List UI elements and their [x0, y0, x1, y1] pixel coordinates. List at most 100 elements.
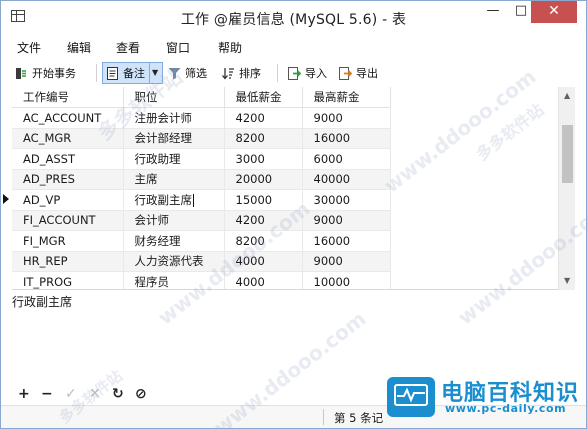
discard-changes-icon[interactable]: ✕	[89, 386, 101, 402]
column-header-min-salary[interactable]: 最低薪金	[224, 87, 303, 108]
refresh-icon[interactable]: ↻	[112, 386, 124, 402]
status-divider	[323, 409, 324, 425]
cell-min-salary[interactable]: 4200	[224, 210, 303, 231]
cell-title[interactable]: 注册会计师	[123, 107, 225, 129]
table-row[interactable]: IT_PROG 程序员 4000 10000	[12, 271, 391, 289]
import-icon	[288, 66, 302, 80]
cell-title[interactable]: 程序员	[123, 271, 225, 289]
cell-title[interactable]: 行政副主席	[123, 189, 225, 211]
site-logo: 电脑百科知识 www.pc-daily.com	[379, 369, 587, 429]
cell-job-id[interactable]: HR_REP	[12, 251, 124, 272]
note-label: 备注	[123, 67, 145, 80]
cell-title[interactable]: 主席	[123, 169, 225, 190]
begin-transaction-button[interactable]: 开始事务	[15, 62, 76, 84]
cell-job-id[interactable]: AD_PRES	[12, 169, 124, 190]
table-row[interactable]: AC_ACCOUNT 注册会计师 4200 9000	[12, 107, 391, 129]
monitor-icon	[387, 377, 435, 417]
cell-min-salary[interactable]: 15000	[224, 189, 303, 211]
export-icon	[339, 66, 353, 80]
cell-title[interactable]: 财务经理	[123, 230, 225, 252]
close-button[interactable]: ✕	[531, 1, 577, 23]
column-header-job-id[interactable]: 工作编号	[12, 87, 124, 108]
chevron-down-icon[interactable]: ▼	[149, 63, 158, 83]
stop-icon[interactable]: ⊘	[135, 386, 147, 402]
filter-button[interactable]: 筛选	[168, 62, 207, 84]
export-button[interactable]: 导出	[339, 62, 378, 84]
data-grid: 工作编号 职位 最低薪金 最高薪金 AC_ACCOUNT 注册会计师 4200 …	[12, 87, 558, 290]
transaction-icon	[15, 67, 28, 80]
menu-help[interactable]: 帮助	[218, 39, 242, 56]
import-label: 导入	[305, 67, 327, 80]
cell-job-id[interactable]: FI_MGR	[12, 230, 124, 252]
begin-transaction-label: 开始事务	[32, 67, 76, 80]
cell-job-id[interactable]: AC_ACCOUNT	[12, 107, 124, 129]
sort-icon	[222, 67, 235, 80]
text-caret	[193, 193, 194, 207]
cell-job-id[interactable]: AC_MGR	[12, 128, 124, 149]
column-header-max-salary[interactable]: 最高薪金	[302, 87, 391, 108]
menu-bar: 文件 编辑 查看 窗口 帮助	[1, 37, 586, 57]
cell-title[interactable]: 行政助理	[123, 148, 225, 170]
cell-max-salary[interactable]: 16000	[302, 230, 391, 252]
cell-max-salary[interactable]: 30000	[302, 189, 391, 211]
delete-record-icon[interactable]: −	[41, 386, 53, 402]
scroll-up-icon[interactable]: ▲	[564, 91, 570, 100]
table-row[interactable]: HR_REP 人力资源代表 4000 9000	[12, 251, 391, 272]
cell-job-id[interactable]: AD_ASST	[12, 148, 124, 170]
cell-max-salary[interactable]: 9000	[302, 210, 391, 231]
menu-window[interactable]: 窗口	[166, 39, 190, 56]
toolbar-divider	[277, 64, 278, 82]
table-row[interactable]: FI_MGR 财务经理 8200 16000	[12, 230, 391, 252]
cell-title[interactable]: 人力资源代表	[123, 251, 225, 272]
cell-max-salary[interactable]: 10000	[302, 271, 391, 289]
cell-job-id[interactable]: IT_PROG	[12, 271, 124, 289]
scroll-down-icon[interactable]: ▼	[564, 276, 570, 285]
table-editor-window: 工作 @雇员信息 (MySQL 5.6) - 表 — □ ✕ 文件 编辑 查看 …	[0, 0, 587, 429]
table-row-selected[interactable]: AD_VP 行政副主席 15000 30000	[12, 189, 391, 211]
menu-file[interactable]: 文件	[17, 39, 41, 56]
monitor-screen	[394, 384, 428, 406]
cell-min-salary[interactable]: 20000	[224, 169, 303, 190]
cell-max-salary[interactable]: 9000	[302, 107, 391, 129]
current-row-arrow-icon	[3, 194, 9, 204]
cell-min-salary[interactable]: 3000	[224, 148, 303, 170]
cell-job-id[interactable]: AD_VP	[12, 189, 124, 211]
table-header-row: 工作编号 职位 最低薪金 最高薪金	[12, 87, 391, 108]
table-row[interactable]: FI_ACCOUNT 会计师 4200 9000	[12, 210, 391, 231]
cell-job-id[interactable]: FI_ACCOUNT	[12, 210, 124, 231]
add-record-icon[interactable]: +	[18, 386, 30, 402]
sort-button[interactable]: 排序	[222, 62, 261, 84]
sort-label: 排序	[239, 67, 261, 80]
apply-changes-icon[interactable]: ✓	[65, 386, 77, 402]
cell-title[interactable]: 会计部经理	[123, 128, 225, 149]
vertical-scrollbar[interactable]: ▲ ▼	[558, 87, 575, 290]
export-label: 导出	[356, 67, 378, 80]
cell-max-salary[interactable]: 6000	[302, 148, 391, 170]
note-button[interactable]: 备注 ▼	[102, 62, 164, 84]
table-row[interactable]: AC_MGR 会计部经理 8200 16000	[12, 128, 391, 149]
minimize-button[interactable]: —	[479, 1, 507, 23]
title-bar: 工作 @雇员信息 (MySQL 5.6) - 表 — □ ✕	[1, 1, 586, 33]
column-header-title[interactable]: 职位	[123, 87, 225, 108]
cell-max-salary[interactable]: 16000	[302, 128, 391, 149]
menu-view[interactable]: 查看	[116, 39, 140, 56]
note-icon	[106, 66, 119, 80]
cell-min-salary[interactable]: 8200	[224, 230, 303, 252]
cell-min-salary[interactable]: 4000	[224, 271, 303, 289]
toolbar: 开始事务 备注 ▼ 筛选 排序 导入 导出	[1, 60, 586, 86]
note-text-area[interactable]: 行政副主席	[12, 291, 575, 381]
table-row[interactable]: AD_ASST 行政助理 3000 6000	[12, 148, 391, 170]
import-button[interactable]: 导入	[288, 62, 327, 84]
menu-edit[interactable]: 编辑	[67, 39, 91, 56]
cell-min-salary[interactable]: 4000	[224, 251, 303, 272]
table-row[interactable]: AD_PRES 主席 20000 40000	[12, 169, 391, 190]
filter-icon	[168, 67, 181, 80]
cell-min-salary[interactable]: 8200	[224, 128, 303, 149]
cell-title-text: 行政副主席	[134, 192, 193, 207]
scrollbar-thumb[interactable]	[562, 125, 573, 183]
filter-label: 筛选	[185, 67, 207, 80]
cell-min-salary[interactable]: 4200	[224, 107, 303, 129]
cell-max-salary[interactable]: 40000	[302, 169, 391, 190]
cell-max-salary[interactable]: 9000	[302, 251, 391, 272]
cell-title[interactable]: 会计师	[123, 210, 225, 231]
